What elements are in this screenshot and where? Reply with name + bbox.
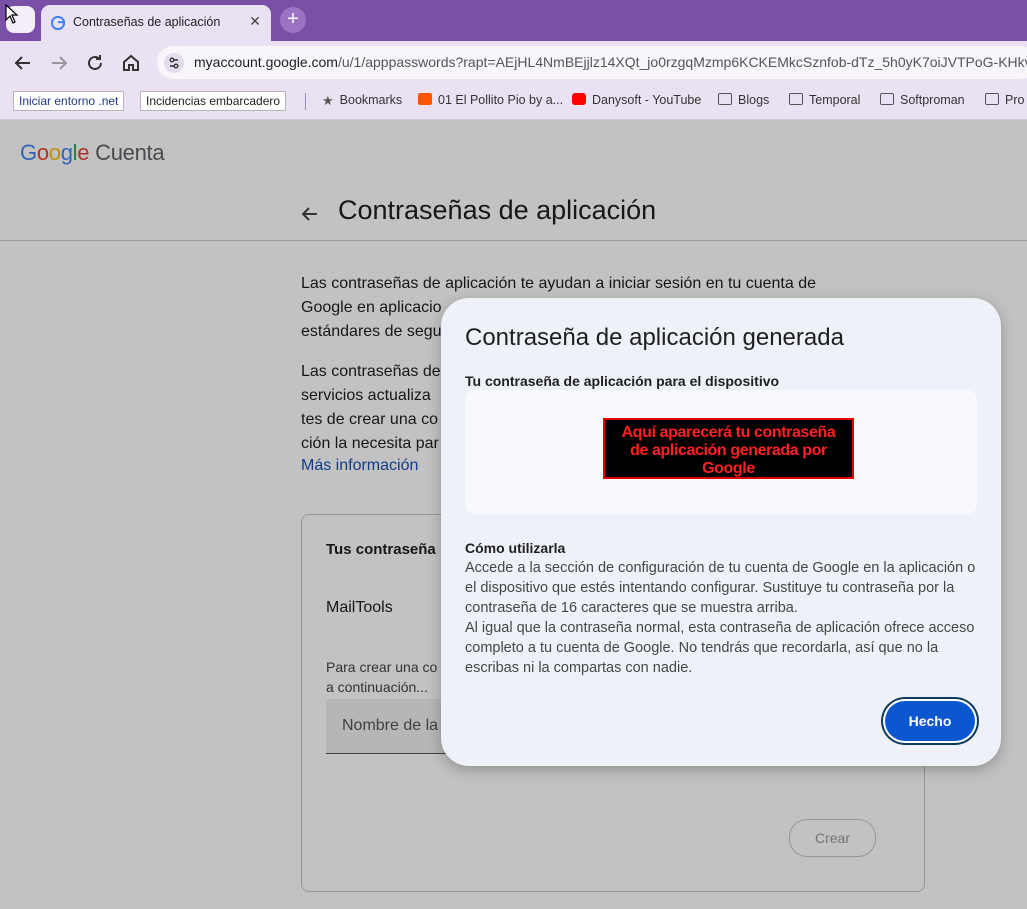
bookmark-item-bookmarks[interactable]: ★ Bookmarks — [322, 93, 402, 110]
browser-toolbar: myaccount.google.com/u/1/apppasswords?ra… — [0, 41, 1027, 85]
dialog-title: Contraseña de aplicación generada — [465, 324, 844, 351]
bookmark-item-pollito[interactable]: 01 El Pollito Pio by a... — [418, 93, 563, 110]
soundcloud-icon — [418, 93, 432, 105]
bookmark-folder-blogs[interactable]: Blogs — [718, 93, 769, 110]
bookmark-button-iniciar[interactable]: Iniciar entorno .net — [13, 91, 125, 111]
back-icon[interactable] — [11, 51, 35, 75]
address-bar[interactable]: myaccount.google.com/u/1/apppasswords?ra… — [157, 46, 1027, 79]
folder-icon — [880, 93, 894, 105]
reload-icon[interactable] — [83, 51, 107, 75]
star-icon: ★ — [322, 93, 334, 108]
generated-password-dialog: Contraseña de aplicación generada Tu con… — [441, 298, 1001, 766]
bookmark-folder-softproman[interactable]: Softproman — [880, 93, 965, 110]
tab-title: Contraseñas de aplicación — [73, 15, 221, 29]
mouse-cursor-icon — [5, 4, 19, 24]
done-button[interactable]: Hecho — [885, 701, 975, 741]
bookmark-item-danysoft[interactable]: Danysoft - YouTube — [572, 93, 701, 110]
url-text: myaccount.google.com/u/1/apppasswords?ra… — [194, 54, 1027, 70]
password-display-box: Aquí aparecerá tu contraseña de aplicaci… — [465, 390, 977, 514]
new-tab-button[interactable]: + — [280, 7, 306, 33]
bookmark-button-incidencias[interactable]: Incidencias embarcadero — [140, 91, 287, 111]
folder-icon — [985, 93, 999, 105]
bookmarks-separator — [305, 93, 306, 110]
tab-strip: Contraseñas de aplicación ✕ + — [0, 0, 1027, 41]
folder-icon — [789, 93, 803, 105]
bookmark-folder-temporal[interactable]: Temporal — [789, 93, 860, 110]
bookmarks-bar: Iniciar entorno .net Incidencias embarca… — [0, 85, 1027, 120]
how-to-use-text: Accede a la sección de configuración de … — [465, 560, 976, 676]
folder-icon — [718, 93, 732, 105]
password-placeholder-note: Aquí aparecerá tu contraseña de aplicaci… — [603, 418, 854, 479]
site-settings-icon[interactable] — [164, 53, 184, 73]
tab-active[interactable]: Contraseñas de aplicación ✕ — [41, 5, 271, 41]
home-icon[interactable] — [119, 51, 143, 75]
google-favicon-icon — [51, 16, 65, 30]
how-to-use-heading: Cómo utilizarla — [465, 540, 566, 556]
youtube-icon — [572, 93, 586, 105]
bookmark-folder-pro[interactable]: Pro — [985, 93, 1024, 110]
close-tab-icon[interactable]: ✕ — [247, 13, 263, 29]
forward-icon[interactable] — [47, 51, 71, 75]
dialog-subtitle: Tu contraseña de aplicación para el disp… — [465, 373, 780, 389]
